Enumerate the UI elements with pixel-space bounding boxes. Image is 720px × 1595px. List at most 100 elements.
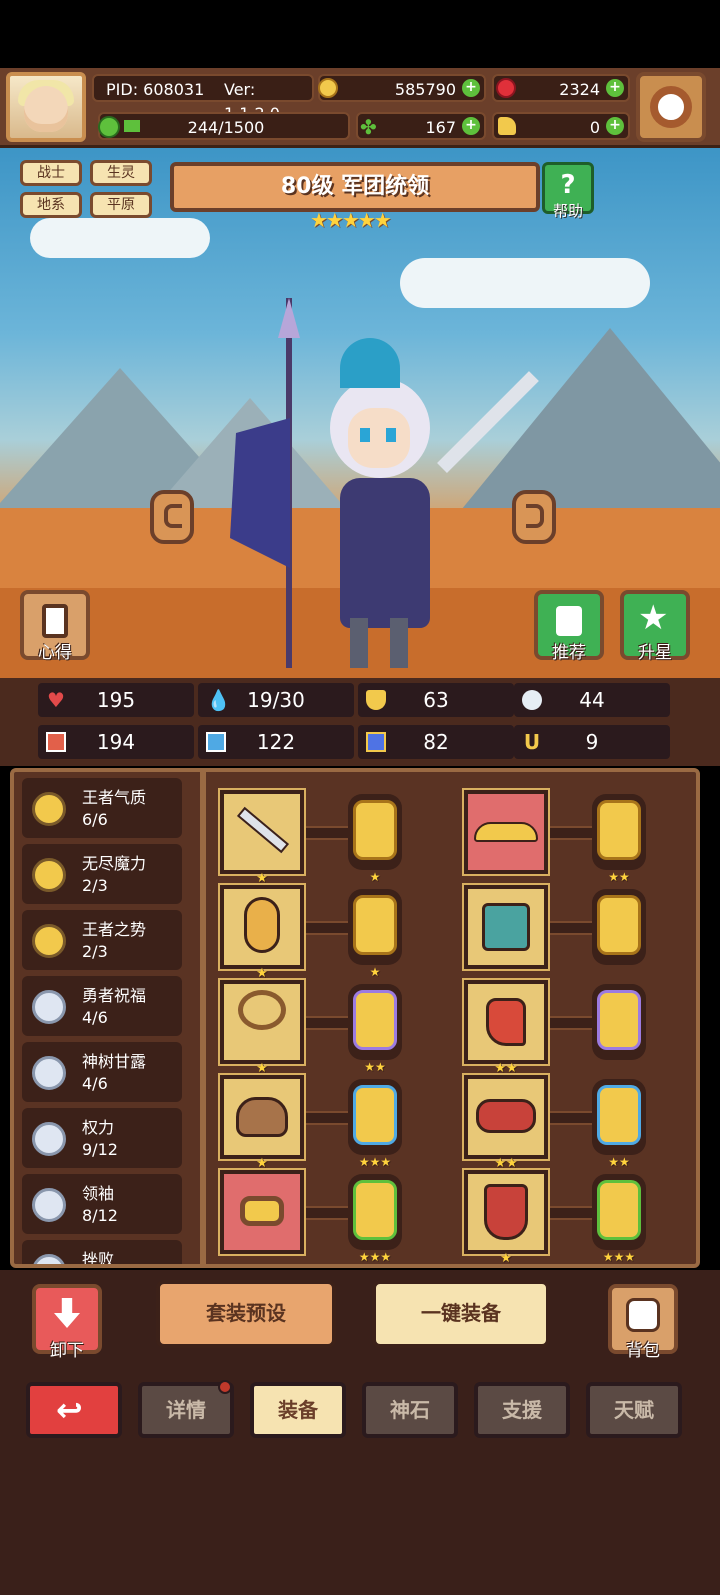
hero-character [230,298,539,678]
stat-attack: 194 [38,725,194,759]
next-hero-button[interactable] [512,490,556,544]
stats-panel: ♥ 195 💧 19/30 63 44 194 122 82 U 9 [0,678,720,766]
shield-icon [366,690,386,710]
horseshoe-icon: U [523,730,541,754]
set-item[interactable]: 神树甘露 4/6 [22,1042,182,1102]
notification-dot [218,1380,232,1394]
auto-equip-button[interactable]: 一键装备 [372,1280,550,1348]
stat-hp: ♥ 195 [38,683,194,717]
god-stone-slot[interactable]: ★★★ [348,1079,402,1169]
upstar-label: 升星 [638,643,672,663]
stat-luck: U 9 [514,725,670,759]
bracer-icon [236,1097,288,1137]
equip-slot-hat[interactable] [462,788,550,876]
gold-coin-icon [318,78,338,98]
gold-emblem-icon [32,858,66,892]
gold-emblem-icon [32,924,66,958]
heart-icon: ♥ [47,688,65,712]
equip-slot-boots[interactable]: ★ [462,1168,550,1266]
unequip-label: 卸下 [50,1341,84,1361]
pid-text: PID: 608031 [106,80,205,99]
shield-icon [244,897,280,953]
equip-slot-shield[interactable]: ★ [218,883,306,981]
stat-magic: 122 [198,725,354,759]
tab-godstone[interactable]: 神石 [362,1382,458,1438]
equip-slot-gloves[interactable]: ★★ [462,978,550,1076]
settings-button[interactable] [636,72,706,142]
god-stone-slot[interactable] [592,889,646,965]
equip-slot-belt[interactable]: ★★ [462,1073,550,1171]
boot-icon [498,117,516,135]
set-item[interactable]: 权力 9/12 [22,1108,182,1168]
preset-button[interactable]: 套装预设 [156,1280,336,1348]
player-avatar[interactable] [6,72,86,142]
thumbs-up-icon [556,606,582,636]
back-button[interactable]: ↩ [26,1382,122,1438]
arrow-down-icon [54,1298,80,1328]
tag-element[interactable]: 地系 [20,192,82,218]
god-stone-slot[interactable] [592,984,646,1060]
belt-icon [476,1099,536,1133]
gem-counter: 2324 + [492,74,630,102]
scroll-icon [42,604,68,638]
tag-race[interactable]: 生灵 [90,160,152,186]
set-item[interactable]: 王者之势 2/3 [22,910,182,970]
hat-icon [474,822,538,842]
set-item[interactable]: 无尽魔力 2/3 [22,844,182,904]
equip-slot-necklace[interactable]: ★ [218,978,306,1076]
equip-slot-ring[interactable] [218,1168,306,1256]
equip-slot-bracer[interactable]: ★ [218,1073,306,1171]
set-bonus-list[interactable]: 王者气质 6/6 无尽魔力 2/3 王者之势 2/3 勇者祝福 4/6 神树甘露… [22,778,184,1264]
add-gold-button[interactable]: + [462,79,480,97]
sword [437,371,539,473]
stamina-bar: 244/1500 [98,112,350,140]
add-shoe-button[interactable]: + [606,117,624,135]
gold-counter: 585790 + [318,74,486,102]
tab-equipment[interactable]: 装备 [250,1382,346,1438]
god-stone-slot[interactable]: ★★★ [592,1174,646,1264]
backpack-icon [626,1298,660,1332]
add-clover-button[interactable]: + [462,117,480,135]
set-item[interactable]: 勇者祝福 4/6 [22,976,182,1036]
player-info: PID: 608031 Ver: 1.1.2.0 585790 + 2324 +… [92,74,632,142]
equip-slot-sword[interactable]: ★ [218,788,306,886]
chevron-left-icon [164,504,182,528]
recommend-label: 推荐 [552,643,586,663]
tag-terrain[interactable]: 平原 [90,192,152,218]
bag-label: 背包 [626,1341,660,1361]
hero-face [348,408,410,468]
god-stone-slot[interactable]: ★ [348,794,402,884]
necklace-icon [238,990,286,1030]
tab-support[interactable]: 支援 [474,1382,570,1438]
silver-emblem-icon [32,1056,66,1090]
set-item[interactable]: 领袖 8/12 [22,1174,182,1234]
god-stone-slot[interactable]: ★★ [592,1079,646,1169]
tab-talent[interactable]: 天赋 [586,1382,682,1438]
silver-emblem-icon [32,1254,66,1264]
stat-defense: 63 [358,683,514,717]
boots-icon [484,1184,528,1240]
silver-emblem-icon [32,1122,66,1156]
banner-flag [230,418,290,568]
god-stone-slot[interactable]: ★ [348,889,402,979]
hero-stars: ★★★★★ [310,208,392,232]
panel-divider [200,770,206,1264]
tag-class[interactable]: 战士 [20,160,82,186]
god-stone-slot[interactable]: ★★ [348,984,402,1074]
set-item[interactable]: 王者气质 6/6 [22,778,182,838]
set-item[interactable]: 挫败 [22,1240,182,1264]
god-stone-slot[interactable]: ★★ [592,794,646,884]
add-gems-button[interactable]: + [606,79,624,97]
god-stone-slot[interactable]: ★★★ [348,1174,402,1264]
water-drop-icon: 💧 [206,688,231,712]
star-icon: ★ [638,598,669,638]
silver-emblem-icon [32,1188,66,1222]
chevron-right-icon [526,504,544,528]
gold-emblem-icon [32,792,66,826]
stat-speed: 44 [514,683,670,717]
glove-icon [486,998,526,1046]
armor-icon [482,903,530,951]
prev-hero-button[interactable] [150,490,194,544]
clover-counter: ✤ 167 + [356,112,486,140]
equip-slot-armor[interactable] [462,883,550,971]
